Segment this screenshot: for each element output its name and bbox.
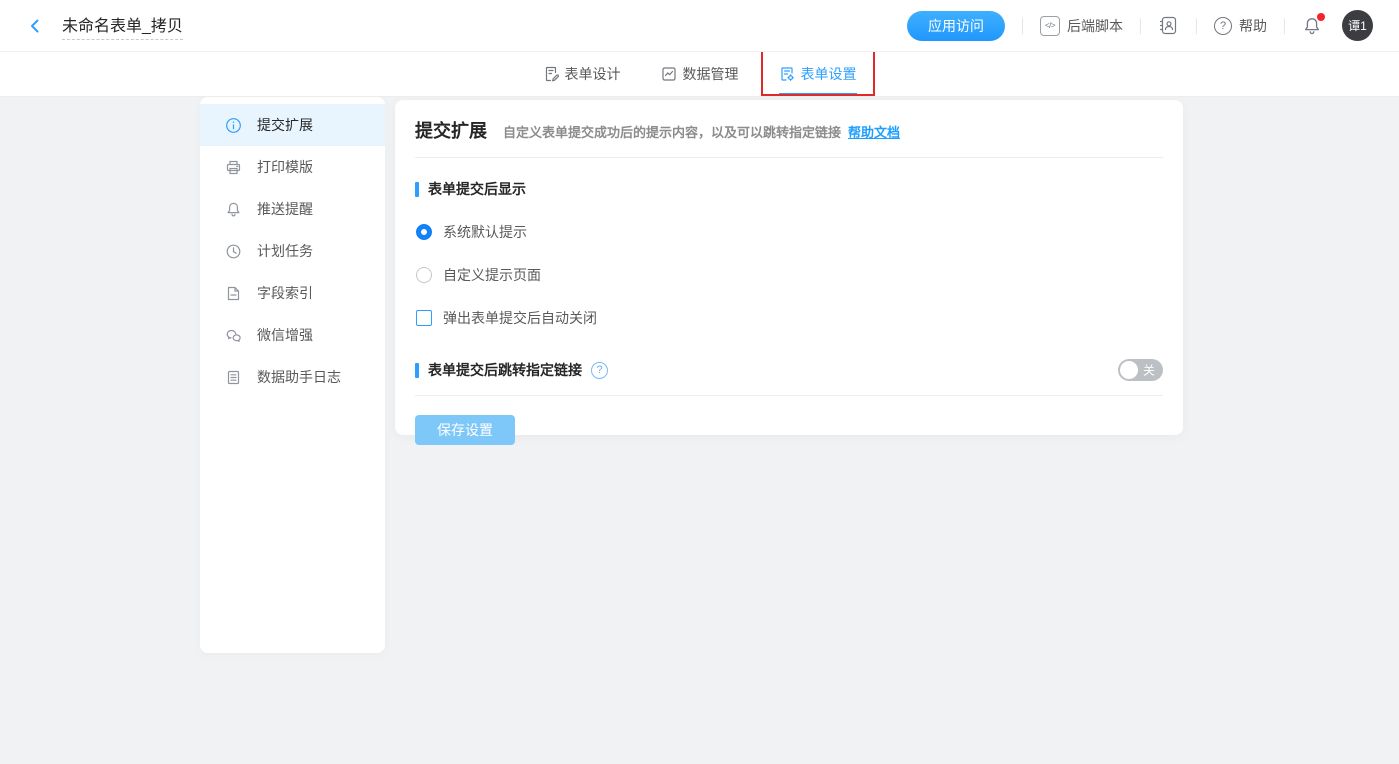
sidebar-item-label: 数据助手日志 — [257, 367, 341, 387]
sidebar-item-data-assistant-log[interactable]: 数据助手日志 — [200, 356, 385, 398]
sidebar-item-label: 打印模版 — [257, 157, 313, 177]
checkbox-label: 弹出表单提交后自动关闭 — [443, 308, 597, 328]
checkbox-icon[interactable] — [416, 310, 432, 326]
code-icon: </> — [1040, 16, 1060, 36]
radio-label: 自定义提示页面 — [443, 265, 541, 285]
toggle-state-label: 关 — [1143, 362, 1155, 379]
section-title: 表单提交后跳转指定链接 — [428, 360, 582, 380]
wechat-icon — [225, 327, 242, 344]
form-title[interactable]: 未命名表单_拷贝 — [62, 12, 183, 40]
checkbox-auto-close[interactable]: 弹出表单提交后自动关闭 — [416, 308, 1163, 328]
panel-header: 提交扩展 自定义表单提交成功后的提示内容，以及可以跳转指定链接 帮助文档 — [415, 100, 1163, 143]
sidebar-item-label: 推送提醒 — [257, 199, 313, 219]
tab-label: 数据管理 — [683, 64, 739, 84]
sidebar-item-push-reminder[interactable]: 推送提醒 — [200, 188, 385, 230]
tab-label: 表单设计 — [565, 64, 621, 84]
backend-script-button[interactable]: </> 后端脚本 — [1040, 16, 1123, 36]
tab-label: 表单设置 — [801, 64, 857, 84]
divider — [1022, 18, 1023, 34]
help-doc-link[interactable]: 帮助文档 — [848, 122, 900, 141]
notifications-button[interactable] — [1302, 16, 1322, 36]
toggle-knob — [1120, 361, 1138, 379]
tab-bar: 表单设计 数据管理 表单设置 — [0, 52, 1399, 97]
file-icon — [225, 285, 242, 302]
info-icon — [225, 117, 242, 134]
tab-form-settings[interactable]: 表单设置 — [779, 52, 857, 96]
sidebar-item-label: 微信增强 — [257, 325, 313, 345]
divider — [415, 395, 1163, 396]
form-settings-icon — [779, 66, 795, 82]
sidebar-item-label: 字段索引 — [257, 283, 313, 303]
backend-script-label: 后端脚本 — [1067, 16, 1123, 36]
tab-form-design[interactable]: 表单设计 — [543, 52, 621, 96]
radio-label: 系统默认提示 — [443, 222, 527, 242]
radio-custom-page[interactable]: 自定义提示页面 — [416, 265, 1163, 285]
address-book-icon — [1158, 15, 1179, 36]
section-redirect-header: 表单提交后跳转指定链接 ? 关 — [415, 359, 1163, 381]
question-circle-icon: ? — [1214, 17, 1232, 35]
address-book-button[interactable] — [1158, 15, 1179, 36]
radio-checked-icon[interactable] — [416, 224, 432, 240]
sidebar-item-field-index[interactable]: 字段索引 — [200, 272, 385, 314]
section-accent-bar — [415, 182, 419, 197]
help-button[interactable]: ? 帮助 — [1214, 16, 1267, 36]
chevron-left-icon — [26, 17, 44, 35]
app-access-button[interactable]: 应用访问 — [907, 11, 1005, 41]
radio-unchecked-icon[interactable] — [416, 267, 432, 283]
question-circle-icon[interactable]: ? — [591, 362, 608, 379]
sidebar-item-label: 计划任务 — [257, 241, 313, 261]
data-manage-icon — [661, 66, 677, 82]
sidebar-item-label: 提交扩展 — [257, 115, 313, 135]
header-actions: 应用访问 </> 后端脚本 ? 帮助 — [907, 10, 1373, 41]
sidebar-item-scheduled-tasks[interactable]: 计划任务 — [200, 230, 385, 272]
section-title: 表单提交后显示 — [428, 179, 526, 199]
panel-title: 提交扩展 — [415, 117, 487, 143]
printer-icon — [225, 159, 242, 176]
settings-sidebar: 提交扩展 打印模版 推送提醒 计划任务 — [200, 97, 385, 653]
active-tab-indicator — [779, 93, 857, 96]
section-display-header: 表单提交后显示 — [415, 179, 1163, 199]
avatar[interactable]: 谭1 — [1342, 10, 1373, 41]
panel-subtitle: 自定义表单提交成功后的提示内容，以及可以跳转指定链接 — [503, 122, 841, 141]
help-label: 帮助 — [1239, 16, 1267, 36]
sidebar-item-submit-extension[interactable]: 提交扩展 — [200, 104, 385, 146]
sidebar-item-wechat-enhance[interactable]: 微信增强 — [200, 314, 385, 356]
save-settings-button[interactable]: 保存设置 — [415, 415, 515, 445]
notification-dot — [1317, 13, 1325, 21]
clock-icon — [225, 243, 242, 260]
section-accent-bar — [415, 363, 419, 378]
form-design-icon — [543, 66, 559, 82]
divider — [1140, 18, 1141, 34]
radio-system-default[interactable]: 系统默认提示 — [416, 222, 1163, 242]
redirect-toggle[interactable]: 关 — [1118, 359, 1163, 381]
divider — [415, 157, 1163, 158]
submit-extension-panel: 提交扩展 自定义表单提交成功后的提示内容，以及可以跳转指定链接 帮助文档 表单提… — [395, 100, 1183, 435]
back-button[interactable] — [26, 17, 44, 35]
bell-icon — [225, 201, 242, 218]
tab-data-manage[interactable]: 数据管理 — [661, 52, 739, 96]
sidebar-item-print-template[interactable]: 打印模版 — [200, 146, 385, 188]
log-icon — [225, 369, 242, 386]
divider — [1284, 18, 1285, 34]
top-header: 未命名表单_拷贝 应用访问 </> 后端脚本 ? 帮助 — [0, 0, 1399, 52]
divider — [1196, 18, 1197, 34]
